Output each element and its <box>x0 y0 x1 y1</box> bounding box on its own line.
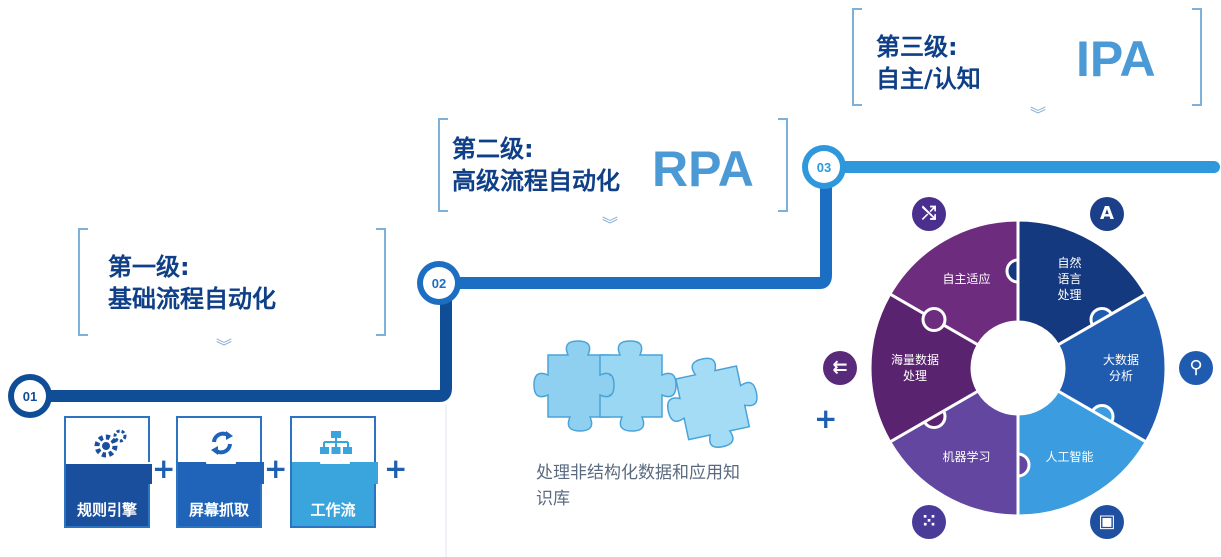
wheel-center <box>972 322 1064 414</box>
level2-bracket-left <box>438 118 448 212</box>
refresh-icon <box>211 431 233 455</box>
node-03-label: 03 <box>817 160 831 175</box>
wheel-label-2-1: 分析 <box>1109 369 1133 383</box>
level2-caption-line1: 处理非结构化数据和应用知 <box>536 463 740 483</box>
level3-bracket-right <box>1192 8 1202 106</box>
workflow-icon <box>320 431 352 454</box>
level2-bracket-right <box>778 118 788 212</box>
level2-caption-line2: 识库 <box>536 489 570 509</box>
node-01-label: 01 <box>23 389 37 404</box>
wheel-label-1-0: 自然 <box>1057 255 1081 270</box>
box-label-screen: 屏幕抓取 <box>188 501 249 519</box>
wheel-label-1-2: 处理 <box>1057 288 1081 302</box>
level1-title-line2: 基础流程自动化 <box>108 285 276 313</box>
arrows-icon: ⇇ <box>823 351 857 385</box>
level2-caption: 处理非结构化数据和应用知 识库 <box>536 460 740 512</box>
plus-sign-2: + <box>264 452 288 485</box>
wheel-label-0-0: 自主适应 <box>942 271 990 286</box>
level3-title-line2: 自主/认知 <box>876 65 981 93</box>
level3-chevron-icon: ︾ <box>1029 105 1046 124</box>
level1-title-line1: 第一级: <box>108 253 190 281</box>
wheel-label-5-0: 海量数据 <box>891 352 939 367</box>
shuffle-icon: ⤭ <box>912 196 946 231</box>
chip-icon: ▣ <box>1090 505 1124 540</box>
gears-icon <box>94 429 127 458</box>
level2-acronym: RPA <box>652 141 754 197</box>
wheel-label-3-0: 人工智能 <box>1045 449 1093 464</box>
node-01: 01 <box>8 374 52 418</box>
level2-chevron-icon: ︾ <box>601 215 618 234</box>
font-a-icon: A <box>1090 196 1124 231</box>
node-03: 03 <box>802 145 846 189</box>
box-label-workflow: 工作流 <box>310 501 356 519</box>
plus-sign-4: + <box>814 402 838 435</box>
plus-sign-3: + <box>384 452 408 485</box>
grid-icon: ⁙ <box>912 505 946 540</box>
level2-title-line2: 高级流程自动化 <box>452 167 620 195</box>
node-02-label: 02 <box>432 276 446 291</box>
wheel-label-5-1: 处理 <box>903 369 927 383</box>
box-rules-engine: 规则引擎 <box>64 416 152 528</box>
level1-bracket-right <box>376 228 386 336</box>
level3-bracket-left <box>852 8 862 106</box>
capability-wheel: 自主适应自然语言处理大数据分析人工智能机器学习海量数据处理 <box>868 218 1168 518</box>
box-workflow: 工作流 <box>290 416 378 528</box>
wheel-label-4-0: 机器学习 <box>942 449 990 464</box>
wheel-knob-5 <box>921 307 947 332</box>
wheel-label-1-1: 语言 <box>1057 272 1081 286</box>
box-screen-scraping: 屏幕抓取 <box>176 416 264 528</box>
box-label-rules: 规则引擎 <box>76 501 137 519</box>
level3-title-line1: 第三级: <box>876 33 958 61</box>
level1-bracket-left <box>78 228 88 336</box>
level3-acronym: IPA <box>1076 31 1156 87</box>
puzzle-pieces-icon <box>533 340 758 448</box>
level1-chevron-icon: ︾ <box>215 337 232 356</box>
wheel-label-2-0: 大数据 <box>1103 352 1139 367</box>
level2-title-line1: 第二级: <box>452 135 534 163</box>
node-02: 02 <box>417 261 461 305</box>
search-icon: ⚲ <box>1179 351 1213 385</box>
plus-sign-1: + <box>152 452 176 485</box>
